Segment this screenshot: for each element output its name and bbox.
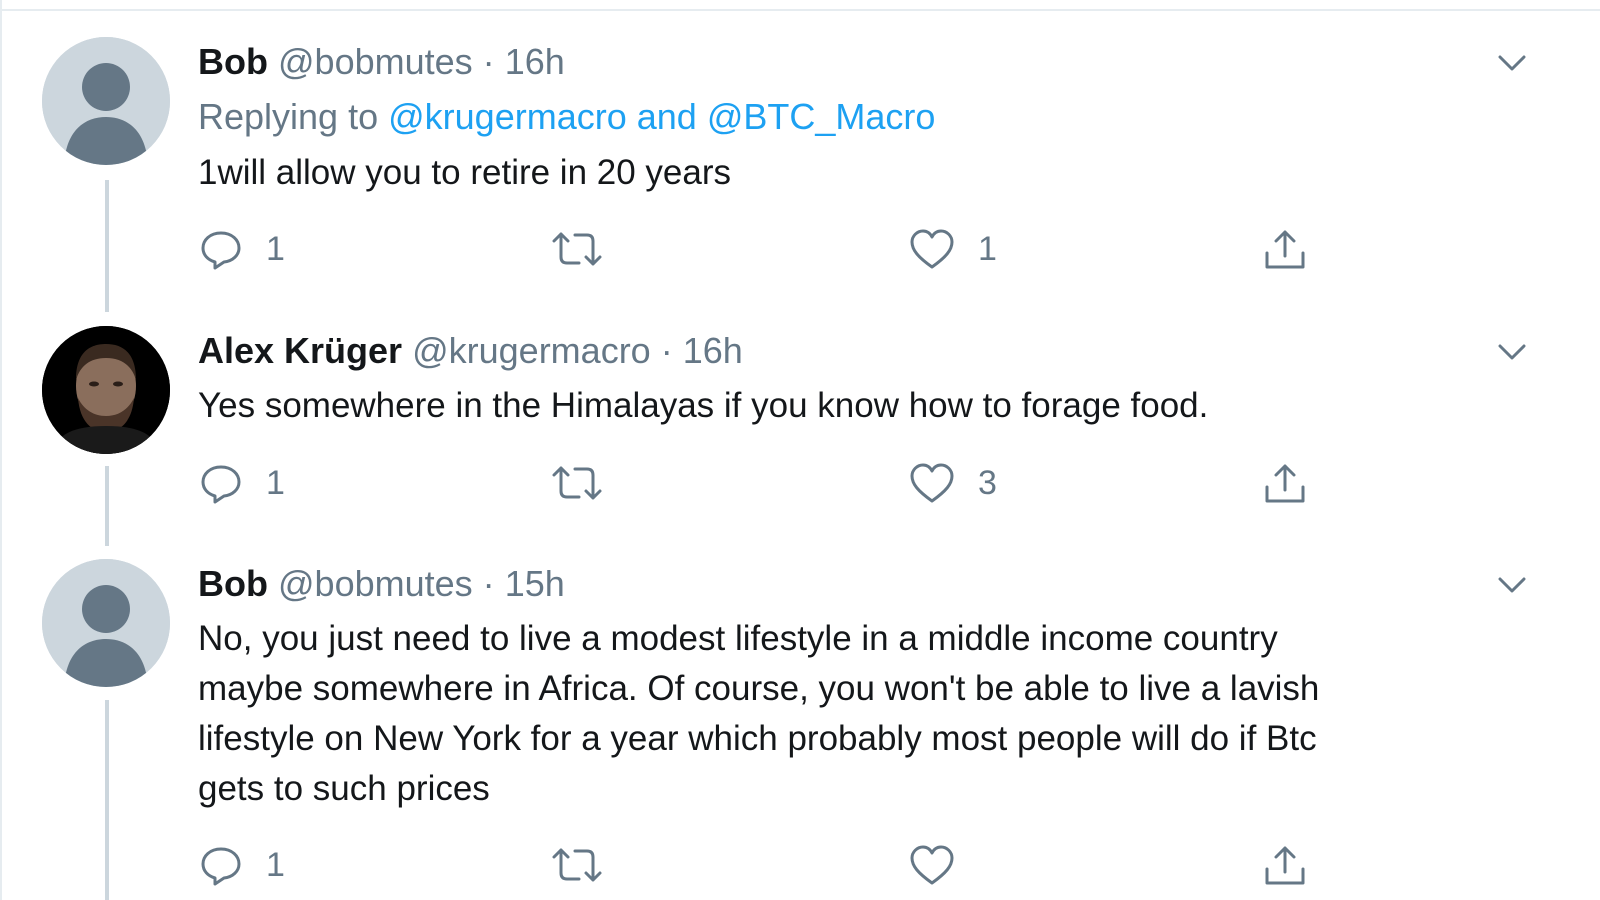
replying-to-line: Replying to @krugermacro and @BTC_Macro — [198, 97, 935, 137]
tweet-text: No, you just need to live a modest lifes… — [198, 614, 1488, 814]
share-button[interactable] — [1262, 224, 1308, 274]
tweet-actions: 1 1 — [198, 224, 1378, 274]
reply-count: 1 — [266, 845, 285, 884]
heart-icon — [910, 845, 954, 885]
retweet-button[interactable] — [550, 224, 626, 274]
avatar[interactable] — [42, 37, 170, 165]
reply-icon — [201, 847, 241, 886]
like-count: 3 — [978, 463, 997, 502]
share-button[interactable] — [1262, 458, 1308, 508]
default-avatar-icon — [42, 559, 170, 687]
tweet-actions: 1 3 — [198, 458, 1378, 508]
retweet-button[interactable] — [550, 840, 626, 890]
tweet-text-line: gets to such prices — [198, 769, 490, 808]
retweet-icon — [552, 848, 602, 882]
share-icon — [1265, 464, 1305, 503]
reply-count: 1 — [266, 463, 285, 502]
left-border — [0, 0, 2, 900]
user-photo-icon — [42, 326, 170, 454]
handle[interactable]: @bobmutes — [278, 41, 473, 82]
like-button[interactable] — [908, 840, 978, 890]
replying-to-label: Replying to — [198, 96, 379, 137]
tweet-text: Yes somewhere in the Himalayas if you kn… — [198, 386, 1209, 425]
reply-button[interactable]: 1 — [198, 840, 285, 890]
like-button[interactable]: 1 — [908, 224, 997, 274]
avatar[interactable] — [42, 559, 170, 687]
mention-link[interactable]: @krugermacro — [388, 96, 627, 137]
retweet-icon — [552, 466, 602, 500]
reply-icon — [201, 231, 241, 270]
handle[interactable]: @krugermacro — [412, 330, 651, 371]
like-count: 1 — [978, 229, 997, 268]
default-avatar-icon — [42, 37, 170, 165]
timestamp[interactable]: 16h — [683, 330, 743, 371]
tweet-text-line: lifestyle on New York for a year which p… — [198, 719, 1317, 758]
reply-button[interactable]: 1 — [198, 224, 285, 274]
tweet-header: Bob @bobmutes · 16h — [198, 42, 565, 82]
display-name[interactable]: Bob — [198, 563, 268, 604]
thread-line — [105, 466, 109, 546]
thread-line — [105, 700, 109, 900]
display-name[interactable]: Bob — [198, 41, 268, 82]
top-divider — [0, 9, 1600, 11]
replying-conjunction[interactable]: and — [637, 96, 697, 137]
separator: · — [660, 330, 673, 371]
timestamp[interactable]: 16h — [505, 41, 565, 82]
separator: · — [482, 41, 495, 82]
share-icon — [1265, 846, 1305, 885]
avatar[interactable] — [42, 326, 170, 454]
retweet-icon — [552, 232, 602, 266]
retweet-button[interactable] — [550, 458, 626, 508]
tweet-text-line: No, you just need to live a modest lifes… — [198, 619, 1278, 658]
display-name[interactable]: Alex Krüger — [198, 330, 402, 371]
chevron-down-icon[interactable] — [1490, 562, 1534, 606]
share-icon — [1265, 230, 1305, 269]
separator: · — [482, 563, 495, 604]
reply-count: 1 — [266, 229, 285, 268]
thread-line — [105, 180, 109, 312]
tweet-text-line: maybe somewhere in Africa. Of course, yo… — [198, 669, 1320, 708]
heart-icon — [910, 229, 954, 269]
tweet-header: Alex Krüger @krugermacro · 16h — [198, 331, 743, 371]
tweet-actions: 1 — [198, 840, 1378, 890]
handle[interactable]: @bobmutes — [278, 563, 473, 604]
chevron-down-icon[interactable] — [1490, 40, 1534, 84]
like-button[interactable]: 3 — [908, 458, 997, 508]
reply-icon — [201, 465, 241, 504]
share-button[interactable] — [1262, 840, 1308, 890]
timestamp[interactable]: 15h — [505, 563, 565, 604]
mention-link[interactable]: @BTC_Macro — [707, 96, 936, 137]
chevron-down-icon[interactable] — [1490, 329, 1534, 373]
reply-button[interactable]: 1 — [198, 458, 285, 508]
tweet-text: 1will allow you to retire in 20 years — [198, 153, 732, 192]
heart-icon — [910, 463, 954, 503]
tweet-header: Bob @bobmutes · 15h — [198, 564, 565, 604]
